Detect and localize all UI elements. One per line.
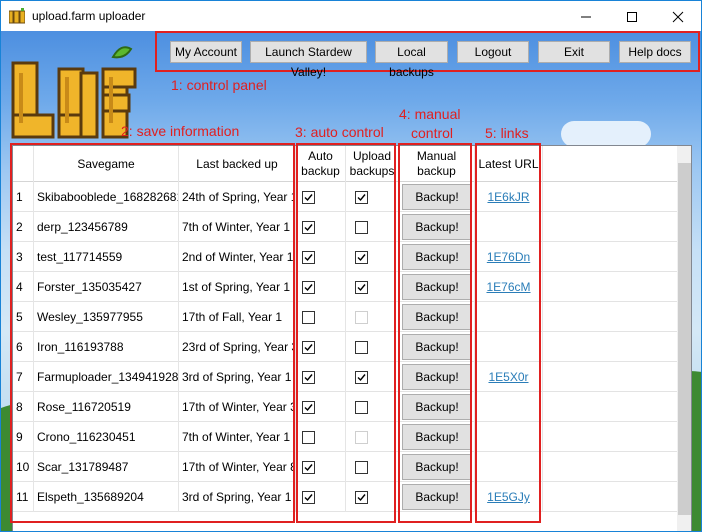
local-backups-button[interactable]: Local backups bbox=[375, 41, 448, 79]
minimize-icon bbox=[581, 16, 591, 18]
client-area: My Account Launch Stardew Valley! Local … bbox=[1, 31, 701, 531]
minimize-button[interactable] bbox=[563, 1, 609, 31]
background-cloud bbox=[561, 121, 651, 147]
annotation-auto-control: 3: auto control bbox=[295, 124, 384, 140]
links-highlight bbox=[475, 143, 541, 523]
launch-stardew-button[interactable]: Launch Stardew Valley! bbox=[250, 41, 367, 79]
annotation-links: 5: links bbox=[485, 125, 529, 141]
window-title: upload.farm uploader bbox=[32, 9, 146, 23]
my-account-button[interactable]: My Account bbox=[170, 41, 242, 63]
maximize-icon bbox=[627, 12, 637, 22]
close-icon bbox=[672, 11, 684, 23]
annotation-control-panel: 1: control panel bbox=[171, 77, 267, 93]
manual-control-highlight bbox=[398, 143, 472, 523]
annotation-save-information: 2: save information bbox=[121, 123, 240, 139]
save-information-highlight bbox=[10, 143, 295, 523]
vertical-scrollbar[interactable] bbox=[677, 146, 691, 531]
annotation-manual-control-line1: 4: manual bbox=[399, 106, 461, 122]
app-logo bbox=[11, 46, 137, 139]
exit-button[interactable]: Exit bbox=[538, 41, 610, 63]
help-docs-button[interactable]: Help docs bbox=[619, 41, 691, 63]
auto-control-highlight bbox=[296, 143, 396, 523]
scrollbar-thumb[interactable] bbox=[678, 163, 691, 515]
annotation-manual-control-line2: control bbox=[411, 125, 454, 141]
maximize-button[interactable] bbox=[609, 1, 655, 31]
app-window: upload.farm uploader My Account Launch S… bbox=[0, 0, 702, 532]
app-icon bbox=[9, 8, 25, 24]
title-bar[interactable]: upload.farm uploader bbox=[1, 1, 701, 31]
close-button[interactable] bbox=[655, 1, 701, 31]
logout-button[interactable]: Logout bbox=[457, 41, 529, 63]
